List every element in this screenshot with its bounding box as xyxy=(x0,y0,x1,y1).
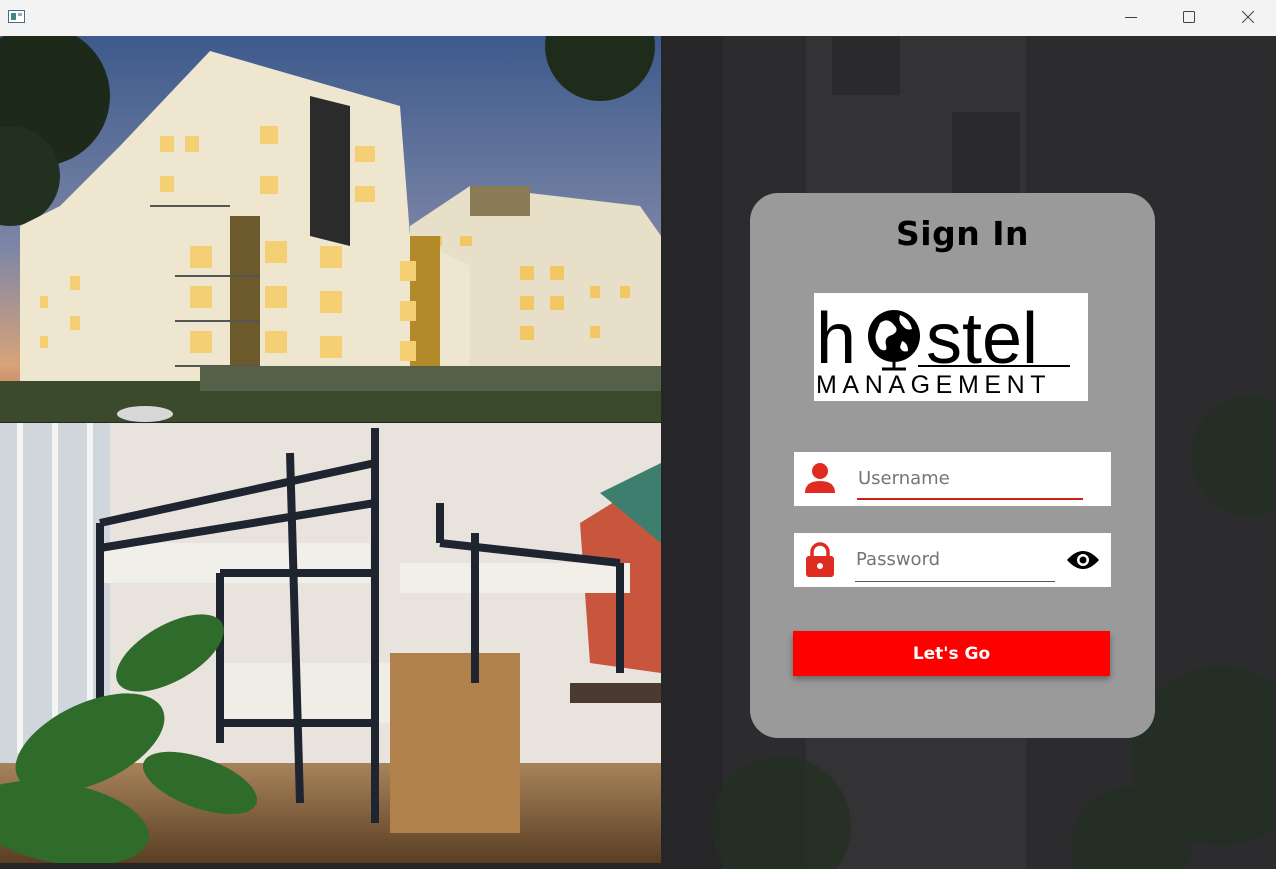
room-photo xyxy=(0,423,661,863)
password-field xyxy=(794,533,1111,587)
minimize-icon xyxy=(1125,17,1137,18)
hostel-management-logo: h stel MANAGEMENT xyxy=(814,293,1088,401)
building-photo xyxy=(0,36,661,422)
close-button[interactable] xyxy=(1219,0,1276,34)
user-icon xyxy=(805,463,835,493)
signin-title: Sign In xyxy=(896,214,1029,253)
username-underline xyxy=(857,498,1083,500)
lock-icon xyxy=(806,542,834,577)
maximize-icon xyxy=(1183,11,1195,23)
logo-subtitle: MANAGEMENT xyxy=(816,371,1051,399)
password-underline xyxy=(855,581,1055,582)
globe-icon xyxy=(868,310,920,371)
username-input[interactable] xyxy=(858,465,1082,491)
app-icon xyxy=(8,10,25,23)
password-input[interactable] xyxy=(856,546,1052,572)
title-bar xyxy=(0,0,1276,37)
username-field xyxy=(794,452,1111,506)
eye-icon[interactable] xyxy=(1066,550,1100,570)
lets-go-button[interactable]: Let's Go xyxy=(793,631,1110,676)
close-icon xyxy=(1242,11,1254,23)
minimize-button[interactable] xyxy=(1102,0,1160,34)
maximize-button[interactable] xyxy=(1160,0,1218,34)
logo-letter-h: h xyxy=(816,299,856,379)
